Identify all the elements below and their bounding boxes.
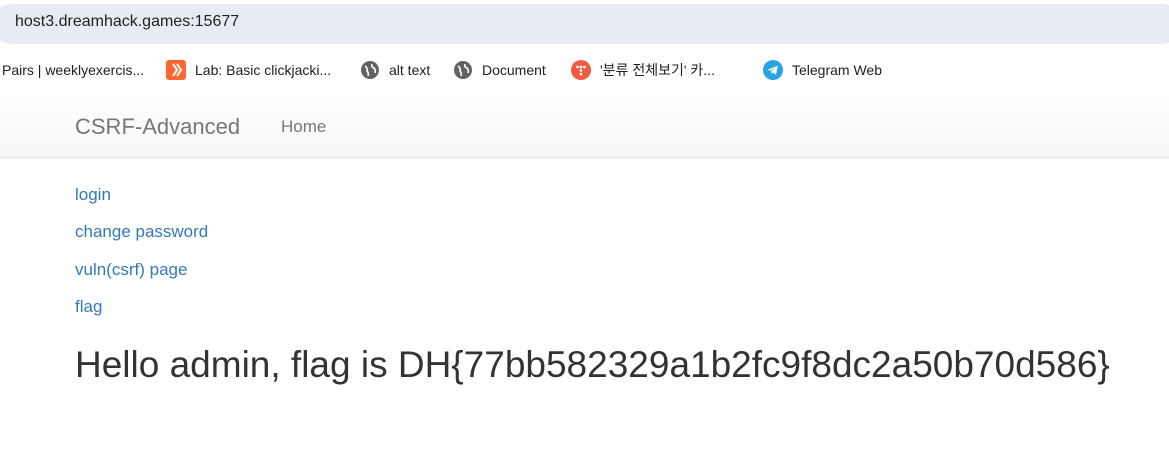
flag-link[interactable]: flag	[75, 297, 102, 317]
bookmark-label: Pairs | weeklyexercis...	[2, 62, 145, 78]
bookmark-label: alt text	[389, 62, 431, 78]
bookmark-alt-text[interactable]: alt text	[360, 52, 430, 88]
bookmark-label: Document	[482, 62, 546, 78]
site-navbar: CSRF-Advanced Home	[0, 93, 1169, 158]
bookmark-tistory[interactable]: '분류 전체보기' 카...	[571, 52, 715, 88]
bookmark-label: Telegram Web	[792, 62, 883, 78]
vuln-csrf-page-link[interactable]: vuln(csrf) page	[75, 260, 187, 280]
bookmark-label: Lab: Basic clickjacki...	[195, 62, 332, 78]
bookmark-label: '분류 전체보기' 카...	[600, 62, 715, 78]
portswigger-icon	[166, 60, 186, 80]
login-link[interactable]: login	[75, 185, 111, 205]
address-bar[interactable]: host3.dreamhack.games:15677	[0, 0, 1169, 45]
url-text[interactable]: host3.dreamhack.games:15677	[15, 13, 239, 31]
globe-icon	[454, 61, 472, 79]
globe-icon	[361, 61, 379, 79]
flag-message: Hello admin, flag is DH{77bb582329a1b2fc…	[75, 344, 1110, 385]
bookmarks-bar: Pairs | weeklyexercis... Lab: Basic clic…	[0, 52, 1169, 88]
brand-link[interactable]: CSRF-Advanced	[75, 114, 240, 140]
bookmark-telegram[interactable]: Telegram Web	[763, 52, 882, 88]
nav-home-link[interactable]: Home	[281, 117, 326, 137]
bookmark-document[interactable]: Document	[453, 52, 546, 88]
telegram-icon	[763, 60, 783, 80]
tistory-icon	[571, 60, 591, 80]
bookmark-pairs[interactable]: Pairs | weeklyexercis...	[2, 52, 144, 88]
change-password-link[interactable]: change password	[75, 222, 208, 242]
bookmark-clickjacking-lab[interactable]: Lab: Basic clickjacki...	[166, 52, 331, 88]
